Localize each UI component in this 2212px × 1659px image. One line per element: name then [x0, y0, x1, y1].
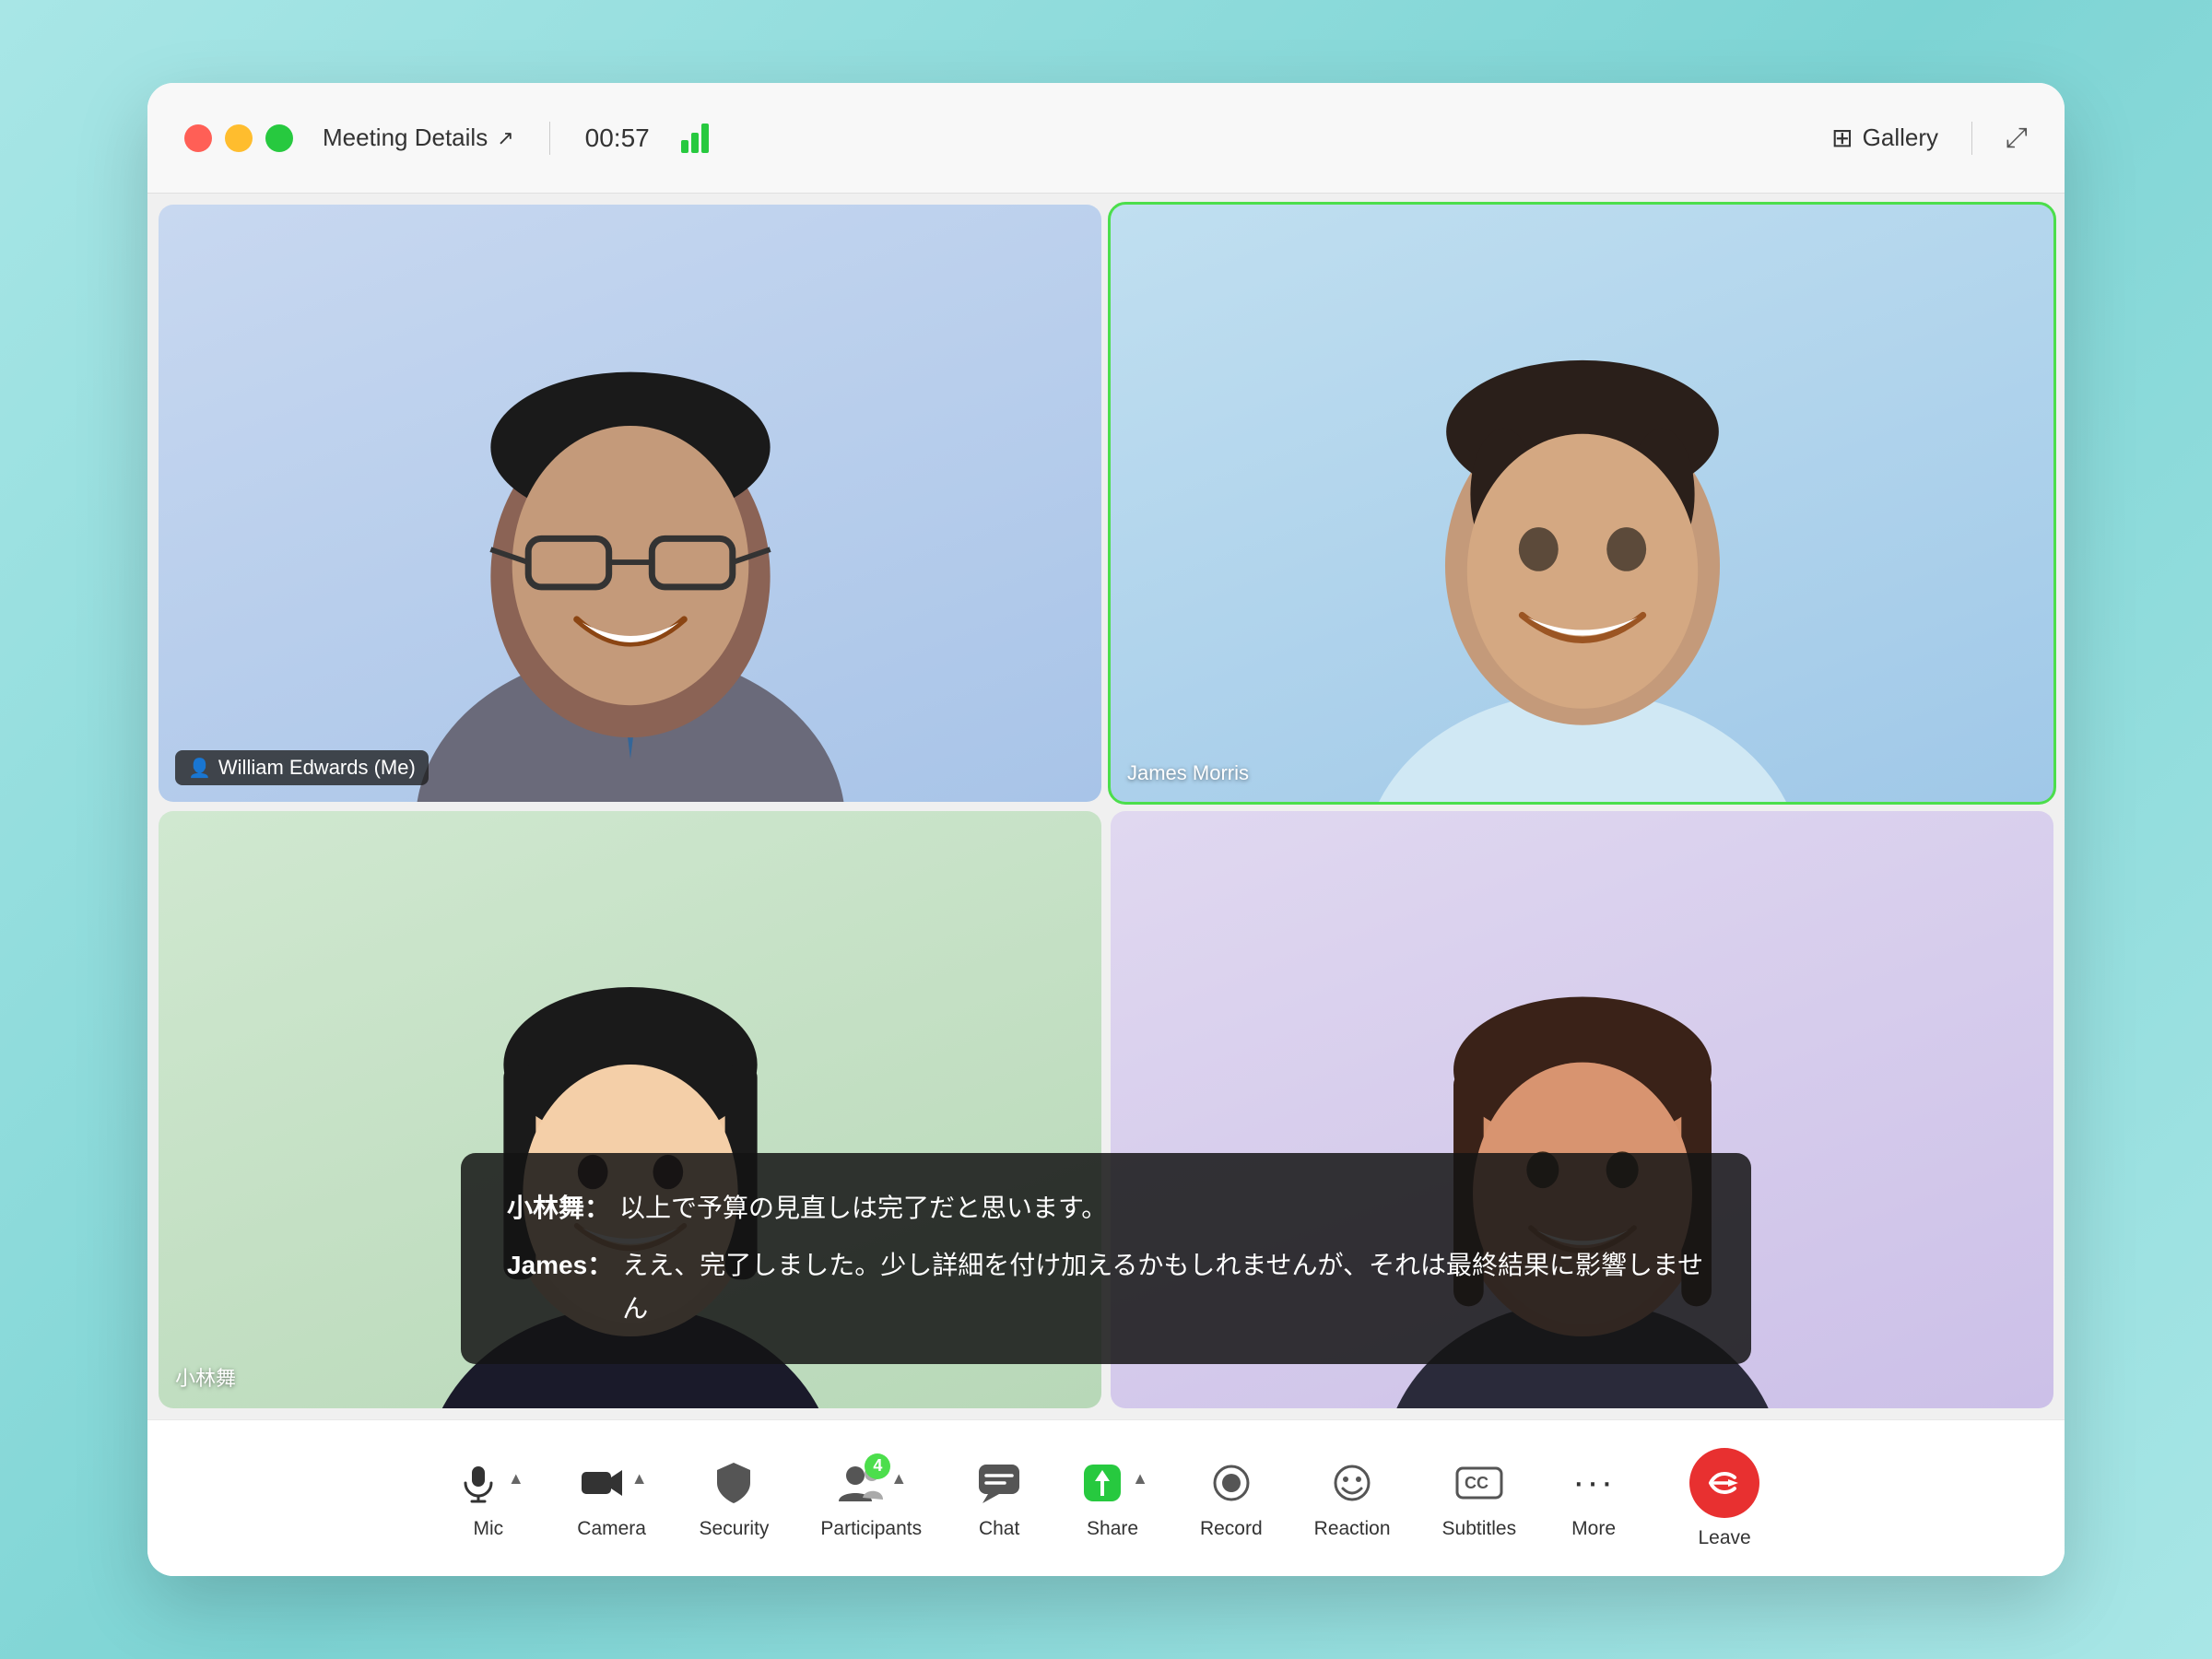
camera-caret: ▲	[631, 1469, 648, 1488]
share-tool[interactable]: ▲ Share	[1051, 1457, 1174, 1540]
signal-bar-3	[701, 124, 709, 153]
record-tool[interactable]: Record	[1174, 1457, 1288, 1540]
caption-speaker-1: 小林舞：	[507, 1186, 610, 1230]
name-tag-kobayashi: 小林舞	[175, 1362, 236, 1392]
share-icon: ↗	[497, 126, 513, 150]
share-caret: ▲	[1132, 1469, 1148, 1488]
caption-line-1: 小林舞： 以上で予算の見直しは完了だと思います。	[507, 1186, 1705, 1230]
caption-speaker-2: James：	[507, 1243, 613, 1331]
signal-bar-1	[681, 140, 688, 153]
chat-icon	[973, 1457, 1025, 1509]
chat-tool[interactable]: Chat	[947, 1457, 1051, 1540]
mic-icon-wrap: ▲	[453, 1457, 524, 1509]
timer-display: 00:57	[585, 124, 650, 153]
subtitles-icon: CC	[1453, 1457, 1505, 1509]
share-label: Share	[1087, 1518, 1138, 1540]
svg-text:CC: CC	[1465, 1474, 1488, 1492]
security-label: Security	[700, 1518, 770, 1540]
participant-name-james: James Morris	[1127, 761, 1249, 784]
participant-name-kobayashi: 小林舞	[175, 1367, 236, 1390]
leave-label: Leave	[1698, 1527, 1750, 1549]
record-icon	[1206, 1457, 1257, 1509]
more-label: More	[1571, 1518, 1616, 1540]
person-avatar-james	[1252, 253, 1912, 802]
name-tag-william: 👤 William Edwards (Me)	[175, 750, 429, 785]
caption-line-2: James： ええ、完了しました。少し詳細を付け加えるかもしれませんが、それは最…	[507, 1243, 1705, 1331]
close-button[interactable]	[184, 124, 212, 152]
more-tool[interactable]: ··· More	[1542, 1457, 1645, 1540]
name-tag-james: James Morris	[1127, 761, 1249, 785]
title-center: Meeting Details ↗ 00:57	[323, 122, 709, 155]
camera-label: Camera	[577, 1518, 646, 1540]
participants-label: Participants	[820, 1518, 922, 1540]
caption-text-1: 以上で予算の見直しは完了だと思います。	[619, 1186, 1107, 1230]
security-icon	[708, 1457, 759, 1509]
meeting-details-label[interactable]: Meeting Details ↗	[323, 124, 514, 152]
security-icon-wrap	[708, 1457, 759, 1509]
video-cell-william[interactable]: 👤 William Edwards (Me)	[159, 205, 1101, 802]
record-icon-wrap	[1206, 1457, 1257, 1509]
chat-label: Chat	[979, 1518, 1019, 1540]
signal-bar-2	[691, 133, 699, 153]
participants-caret: ▲	[890, 1469, 907, 1488]
video-cell-james[interactable]: James Morris	[1111, 205, 2053, 802]
more-icon: ···	[1568, 1457, 1619, 1509]
camera-icon-wrap: ▲	[576, 1457, 648, 1509]
record-label: Record	[1200, 1518, 1263, 1540]
caption-text-2: ええ、完了しました。少し詳細を付け加えるかもしれませんが、それは最終結果に影響し…	[622, 1243, 1705, 1331]
mic-caret: ▲	[508, 1469, 524, 1488]
security-tool[interactable]: Security	[674, 1457, 795, 1540]
gallery-label: Gallery	[1863, 124, 1938, 152]
minimize-button[interactable]	[225, 124, 253, 152]
gallery-button[interactable]: ⊞ Gallery	[1831, 123, 1938, 153]
share-icon-wrap: ▲	[1077, 1457, 1148, 1509]
mic-tool[interactable]: ▲ Mic	[427, 1457, 550, 1540]
person-avatar-william	[300, 265, 959, 802]
mic-label: Mic	[473, 1518, 503, 1540]
main-window: Meeting Details ↗ 00:57 ⊞ Gallery ⤢	[147, 83, 2065, 1576]
window-controls	[184, 124, 293, 152]
reaction-tool[interactable]: Reaction	[1288, 1457, 1417, 1540]
titlebar: Meeting Details ↗ 00:57 ⊞ Gallery ⤢	[147, 83, 2065, 194]
gallery-grid-icon: ⊞	[1831, 123, 1853, 153]
chat-icon-wrap	[973, 1457, 1025, 1509]
participants-icon: 4	[835, 1457, 887, 1509]
reaction-icon-wrap	[1326, 1457, 1378, 1509]
more-icon-wrap: ···	[1568, 1457, 1619, 1509]
titlebar-right: ⊞ Gallery ⤢	[1831, 122, 2028, 155]
divider-1	[549, 122, 550, 155]
toolbar: ▲ Mic ▲ Camera	[147, 1419, 2065, 1576]
leave-tool[interactable]: Leave	[1664, 1448, 1785, 1549]
reaction-icon	[1326, 1457, 1378, 1509]
camera-icon	[576, 1457, 628, 1509]
video-grid: 👤 William Edwards (Me)	[147, 194, 2065, 1419]
leave-button[interactable]	[1689, 1448, 1759, 1518]
meeting-details-text: Meeting Details	[323, 124, 488, 152]
signal-icon	[681, 124, 709, 153]
divider-2	[1971, 122, 1972, 155]
participants-tool[interactable]: 4 ▲ Participants	[794, 1457, 947, 1540]
subtitles-label: Subtitles	[1442, 1518, 1517, 1540]
camera-tool[interactable]: ▲ Camera	[550, 1457, 674, 1540]
share-icon	[1077, 1457, 1128, 1509]
participants-badge: 4	[865, 1453, 890, 1479]
participants-icon-wrap: 4 ▲	[835, 1457, 907, 1509]
maximize-button[interactable]	[265, 124, 293, 152]
subtitles-icon-wrap: CC	[1453, 1457, 1505, 1509]
reaction-label: Reaction	[1314, 1518, 1391, 1540]
participant-name-william: William Edwards (Me)	[218, 756, 416, 780]
user-icon: 👤	[188, 757, 211, 780]
mic-icon	[453, 1457, 504, 1509]
caption-overlay: 小林舞： 以上で予算の見直しは完了だと思います。 James： ええ、完了しまし…	[461, 1153, 1751, 1364]
fullscreen-button[interactable]: ⤢	[2006, 123, 2028, 154]
subtitles-tool[interactable]: CC Subtitles	[1417, 1457, 1543, 1540]
